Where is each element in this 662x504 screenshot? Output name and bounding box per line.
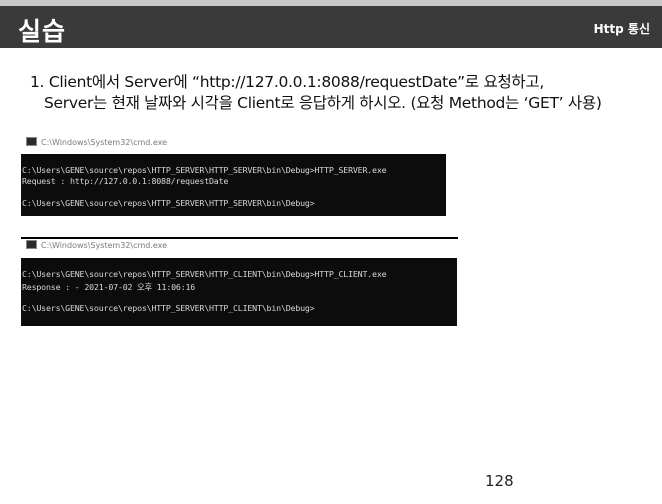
console-server-titlebar: C:\Windows\System32\cmd.exe (26, 137, 168, 152)
console-line: C:\Users\GENE\source\repos\HTTP_SERVER\H… (22, 165, 387, 175)
question-line-1: 1. Client에서 Server에 “http://127.0.0.1:80… (30, 73, 544, 91)
divider (21, 237, 458, 239)
console-line: C:\Users\GENE\source\repos\HTTP_SERVER\H… (22, 198, 315, 208)
console-client-titlebar: C:\Windows\System32\cmd.exe (26, 240, 168, 255)
console-line: C:\Users\GENE\source\repos\HTTP_SERVER\H… (22, 269, 387, 279)
slide-title: 실습 (18, 17, 67, 46)
console-server: C:\Users\GENE\source\repos\HTTP_SERVER\H… (21, 154, 446, 216)
console-client-title: C:\Windows\System32\cmd.exe (41, 241, 168, 250)
section-label: Http 통신 (593, 22, 650, 36)
cmd-window-icon (26, 240, 37, 249)
console-client: C:\Users\GENE\source\repos\HTTP_SERVER\H… (21, 258, 457, 326)
console-line: C:\Users\GENE\source\repos\HTTP_SERVER\H… (22, 303, 315, 313)
cmd-window-icon (26, 137, 37, 146)
page-number: 128 (485, 472, 514, 490)
console-line: Response : - 2021-07-02 오후 11:06:16 (22, 282, 196, 292)
console-server-title: C:\Windows\System32\cmd.exe (41, 138, 168, 147)
question-line-2: Server는 현재 날짜와 시각을 Client로 응답하게 하시오. (요청… (44, 94, 602, 112)
console-line: Request : http://127.0.0.1:8088/requestD… (22, 176, 229, 186)
slide-header: 실습 Http 통신 (0, 6, 662, 48)
